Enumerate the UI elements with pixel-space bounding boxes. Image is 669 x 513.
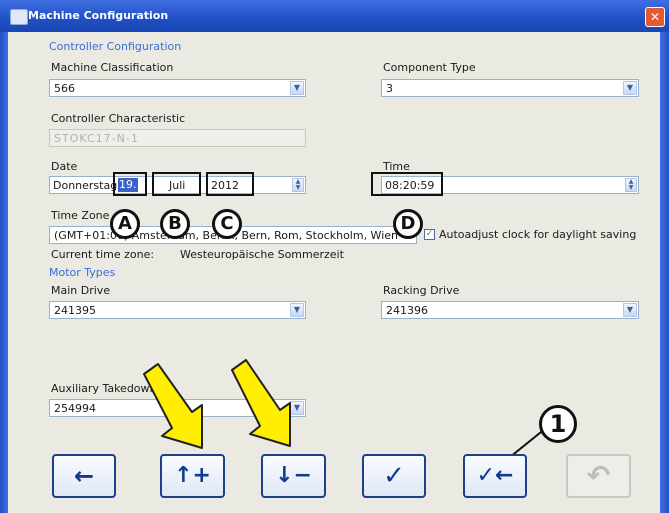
date-label: Date: [51, 160, 78, 173]
racking-drive-select[interactable]: 241396 ▼: [381, 301, 639, 319]
controller-characteristic-value: STOKC17-N-1: [54, 132, 139, 145]
controller-characteristic-field: STOKC17-N-1: [49, 129, 306, 147]
main-drive-value: 241395: [54, 304, 96, 317]
confirm-button[interactable]: ✓: [362, 454, 426, 498]
highlight-box-year: [206, 172, 254, 196]
component-type-value: 3: [386, 82, 393, 95]
highlight-box-month: [152, 172, 201, 196]
highlight-box-time: [371, 172, 443, 196]
current-time-zone-value: Westeuropäische Sommerzeit: [180, 248, 344, 261]
autoadjust-label: Autoadjust clock for daylight saving: [439, 228, 637, 241]
controller-group-label: Controller Configuration: [49, 40, 182, 53]
machine-classification-label: Machine Classification: [51, 61, 174, 74]
yellow-arrow-icon: [231, 359, 291, 447]
time-zone-label: Time Zone: [51, 209, 110, 222]
machine-classification-select[interactable]: 566 ▼: [49, 79, 306, 97]
motor-group-label: Motor Types: [49, 266, 116, 279]
callout-b: B: [160, 209, 190, 239]
chevron-down-icon[interactable]: ▼: [623, 303, 637, 317]
chevron-down-icon[interactable]: ▼: [623, 81, 637, 95]
confirm-back-button[interactable]: ✓←: [463, 454, 527, 498]
main-drive-select[interactable]: 241395 ▼: [49, 301, 306, 319]
racking-drive-label: Racking Drive: [383, 284, 460, 297]
close-icon[interactable]: ✕: [645, 7, 665, 27]
autoadjust-checkbox[interactable]: ✓: [424, 229, 435, 240]
callout-c: C: [212, 209, 242, 239]
window-title: Machine Configuration: [28, 9, 169, 22]
undo-button: ↶: [566, 454, 631, 498]
window-titlebar: Machine Configuration ✕: [0, 0, 669, 32]
app-window-icon: [10, 9, 28, 25]
window-frame-left: [0, 32, 8, 513]
spin-updown-icon[interactable]: ▲ ▼: [625, 178, 637, 192]
racking-drive-value: 241396: [386, 304, 428, 317]
component-type-select[interactable]: 3 ▼: [381, 79, 639, 97]
chevron-down-icon[interactable]: ▼: [290, 303, 304, 317]
highlight-box-day: [113, 172, 147, 196]
callout-1: 1: [539, 405, 577, 443]
machine-classification-value: 566: [54, 82, 75, 95]
main-drive-label: Main Drive: [51, 284, 111, 297]
window-frame-right: [660, 32, 669, 513]
increase-button[interactable]: ↑+: [160, 454, 225, 498]
component-type-label: Component Type: [383, 61, 476, 74]
callout-a: A: [110, 209, 140, 239]
chevron-down-icon[interactable]: ▼: [290, 81, 304, 95]
controller-characteristic-label: Controller Characteristic: [51, 112, 186, 125]
decrease-button[interactable]: ↓−: [261, 454, 326, 498]
back-button[interactable]: ←: [52, 454, 116, 498]
callout-d: D: [393, 209, 423, 239]
date-weekday: Donnerstag,: [53, 179, 121, 192]
spin-updown-icon[interactable]: ▲ ▼: [292, 178, 304, 192]
yellow-arrow-icon: [143, 363, 203, 449]
current-time-zone-label: Current time zone:: [51, 248, 155, 261]
auxiliary-takedown-value: 254994: [54, 402, 96, 415]
